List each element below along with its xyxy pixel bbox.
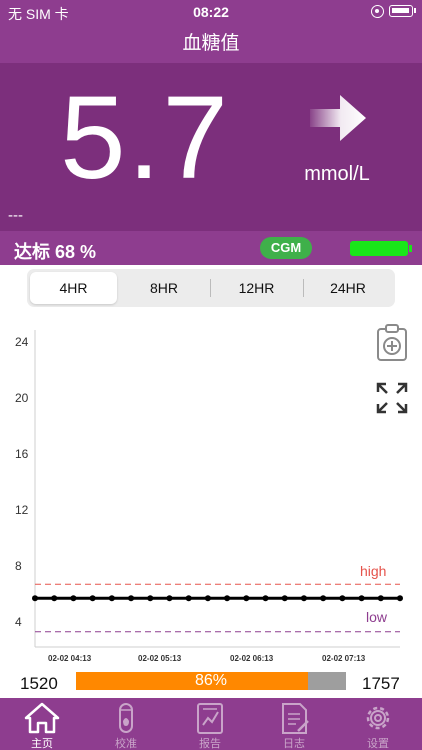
target-value: 68 % [55,242,97,262]
tab-24hr[interactable]: 24HR [304,272,392,304]
page-title: 血糖值 [0,24,422,63]
glucose-unit: mmol/L [304,163,370,185]
app: 无 SIM 卡 08:22 血糖值 5.7 mmol/L --- 达标 68 %… [0,0,422,750]
chart-canvas: 24 20 16 12 8 4 02-02 04:13 02-02 05:13 02-02 06… [15,330,403,663]
data-point [339,595,346,602]
data-point [185,595,192,602]
tab-4hr[interactable]: 4HR [30,272,117,304]
fullscreen-icon[interactable] [376,382,408,414]
data-point [89,595,96,602]
completion-percent: 86% [194,672,228,689]
tab-home-label: 主页 [31,738,53,750]
tab-report-label: 报告 [199,738,221,750]
home-icon [24,702,60,734]
tab-settings-label: 设置 [367,738,389,750]
received-count: 1520 [20,674,58,693]
tab-log-label: 日志 [283,738,305,750]
data-point [397,595,403,602]
reading-summary: 1520 86% 1757 [0,668,422,698]
y-tick-label: 16 [15,447,29,461]
data-point [300,595,307,602]
glucose-chart: 24 20 16 12 8 4 02-02 04:13 02-02 05:13 02-02 06… [0,320,422,665]
phone-battery-icon [389,5,416,17]
y-tick-label: 20 [15,391,29,405]
data-point [204,595,211,602]
glucose-value: 5.7 [59,72,231,204]
data-point [32,595,38,602]
data-point [243,595,250,602]
status-time: 08:22 [193,4,229,20]
tab-home[interactable]: 主页 [0,698,84,750]
y-tick-label: 12 [15,503,29,517]
data-point [377,595,384,602]
total-count: 1757 [362,674,400,693]
sensor-battery-icon [350,241,412,256]
x-tick-label: 02-02 05:13 [138,654,182,663]
cgm-badge[interactable]: CGM [260,237,312,259]
clipboard-add-icon[interactable] [376,324,408,362]
data-point [147,595,154,602]
arrow-right-icon [310,95,366,141]
gear-icon [366,706,390,730]
y-tick-label: 24 [15,335,29,349]
report-icon [197,703,223,734]
target-label: 达标 [14,242,50,262]
y-tick-label: 8 [15,559,22,573]
y-tick-label: 4 [15,615,22,629]
target-rate: 达标 68 % [14,238,96,264]
orientation-lock-icon [371,5,384,18]
status-bar: 无 SIM 卡 08:22 [0,0,422,24]
high-threshold-label: high [360,563,386,579]
data-point [70,595,77,602]
x-tick-label: 02-02 07:13 [322,654,366,663]
time-range-selector: 4HR 8HR 12HR 24HR [27,269,395,307]
completion-bar: 86% [76,672,346,690]
data-point [262,595,269,602]
tab-8hr[interactable]: 8HR [119,272,209,304]
drop-icon [119,703,133,733]
x-tick-label: 02-02 04:13 [48,654,92,663]
x-tick-label: 02-02 06:13 [230,654,274,663]
data-point [166,595,173,602]
data-point [108,595,115,602]
tab-bar: 主页 校准 报告 日志 设置 [0,698,422,750]
reading-panel: 5.7 mmol/L --- [0,63,422,231]
tab-report[interactable]: 报告 [168,698,252,750]
log-icon [282,703,309,734]
data-point [358,595,365,602]
data-point [281,595,288,602]
data-point [320,595,327,602]
placeholder-text: --- [8,207,23,224]
data-point [224,595,231,602]
tab-calibrate-label: 校准 [115,738,137,750]
tab-settings[interactable]: 设置 [336,698,420,750]
data-point [128,595,135,602]
tab-12hr[interactable]: 12HR [211,272,302,304]
info-bar: 达标 68 % CGM [0,231,422,265]
low-threshold-label: low [366,609,388,625]
tab-calibrate[interactable]: 校准 [84,698,168,750]
tab-log[interactable]: 日志 [252,698,336,750]
data-point [51,595,58,602]
